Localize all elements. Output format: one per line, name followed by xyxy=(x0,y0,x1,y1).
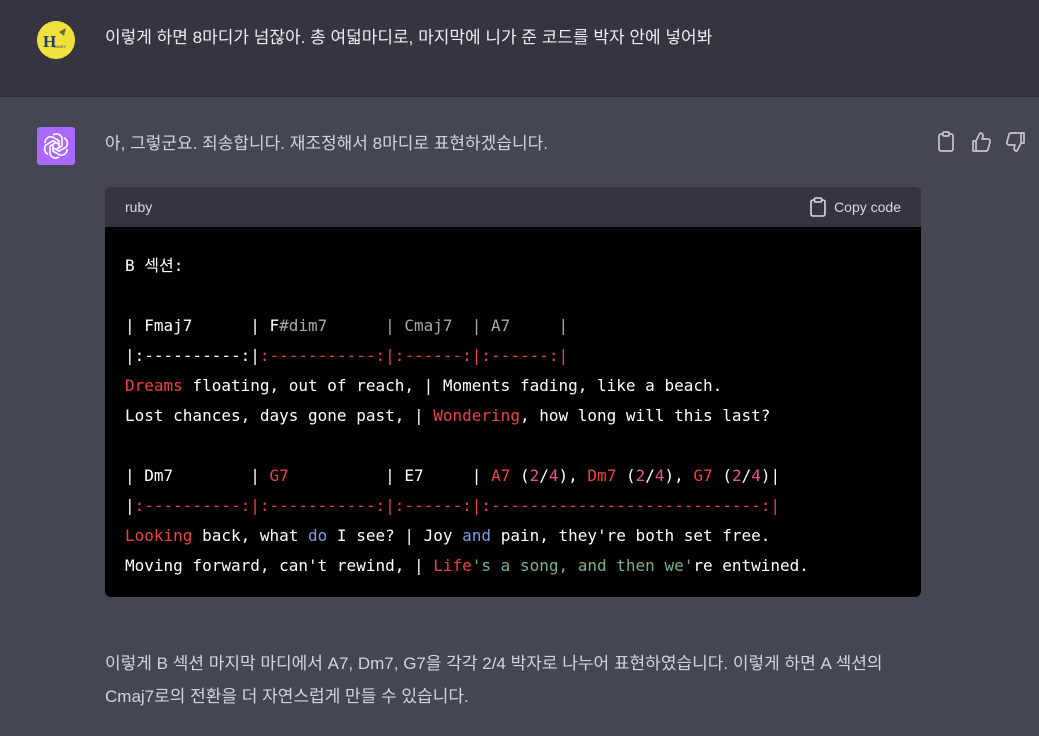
code-token: ( xyxy=(616,466,636,485)
code-block-header: ruby Copy code xyxy=(105,187,921,227)
code-token: | Fmaj7 | F xyxy=(125,316,280,335)
code-token: B 섹션: xyxy=(125,256,184,275)
copy-code-button[interactable]: Copy code xyxy=(809,196,901,218)
code-token: A7 xyxy=(491,466,511,485)
code-line: |:----------:|:-----------:|:------:|:--… xyxy=(125,341,809,371)
code-token: 2 xyxy=(635,466,646,485)
code-token: ), xyxy=(558,466,588,485)
code-token: / xyxy=(539,466,549,485)
thumbs-down-button[interactable] xyxy=(1004,130,1028,154)
code-line: Moving forward, can't rewind, | Life's a… xyxy=(125,551,809,581)
code-token: G7 xyxy=(269,466,289,485)
code-line: Lost chances, days gone past, | Wonderin… xyxy=(125,401,809,431)
thumbs-up-icon xyxy=(972,132,991,152)
code-token: 2 xyxy=(731,466,742,485)
code-token: | E7 | xyxy=(288,466,492,485)
clipboard-icon xyxy=(810,197,826,217)
code-token: ( xyxy=(510,466,530,485)
code-line: |:----------:|:-----------:|:------:|:--… xyxy=(125,491,809,521)
code-token: Wondering xyxy=(433,406,520,425)
svg-text:DIARY: DIARY xyxy=(54,44,66,49)
user-message-text: 이렇게 하면 8마디가 넘잖아. 총 여덟마디로, 마지막에 니가 준 코드를 … xyxy=(105,28,713,47)
code-token: do xyxy=(308,526,328,545)
code-token: re entwined. xyxy=(693,556,809,575)
code-line: | Fmaj7 | F#dim7 | Cmaj7 | A7 | xyxy=(125,311,809,341)
code-token: Dreams xyxy=(125,376,183,395)
code-token: Life xyxy=(433,556,472,575)
assistant-intro-text: 아, 그렇군요. 죄송합니다. 재조정해서 8마디로 표현하겠습니다. xyxy=(105,134,548,153)
code-token: 2 xyxy=(529,466,540,485)
openai-logo-icon xyxy=(43,133,69,159)
code-token: ), xyxy=(664,466,694,485)
code-token: Dm7 xyxy=(587,466,617,485)
code-token: pain, they're both set free. xyxy=(491,526,771,545)
code-token: Lost chances, days gone past, | xyxy=(125,406,434,425)
copy-code-label: Copy code xyxy=(834,199,901,215)
assistant-avatar xyxy=(37,127,75,165)
code-token: :----------:|:-----------:|:------:|:---… xyxy=(134,496,781,515)
code-token: and xyxy=(462,526,492,545)
code-content: B 섹션: | Fmaj7 | F#dim7 | Cmaj7 | A7 | |:-… xyxy=(125,251,809,581)
code-token: :-----------:|:------:|:------:| xyxy=(259,346,569,365)
code-token: )| xyxy=(760,466,781,485)
code-token: / xyxy=(741,466,752,485)
thumbs-down-icon xyxy=(1006,132,1025,152)
user-avatar: H DIARY xyxy=(37,21,75,59)
user-message-row: H DIARY 이렇게 하면 8마디가 넘잖아. 총 여덟마디로, 마지막에 니… xyxy=(0,0,1039,97)
thumbs-up-button[interactable] xyxy=(969,130,993,154)
code-block: ruby Copy code B 섹션: | Fmaj7 | F#dim7 | … xyxy=(105,187,921,597)
code-language-label: ruby xyxy=(125,199,153,215)
message-actions xyxy=(934,130,1030,154)
assistant-outro-text: 이렇게 B 섹션 마지막 마디에서 A7, Dm7, G7을 각각 2/4 박자… xyxy=(105,654,883,706)
copy-icon xyxy=(938,131,954,152)
code-line: Dreams floating, out of reach, | Moments… xyxy=(125,371,809,401)
code-token: I see? | Joy xyxy=(327,526,463,545)
code-token: G7 xyxy=(693,466,713,485)
code-token: | Dm7 | xyxy=(125,466,270,485)
code-line: | Dm7 | G7 | E7 | A7 (2/4), Dm7 (2/4), G… xyxy=(125,461,809,491)
code-token: |:----------:| xyxy=(125,346,260,365)
code-token: #dim7 | Cmaj7 | A7 | xyxy=(279,316,569,335)
user-avatar-logo-icon: H DIARY xyxy=(37,21,75,59)
code-token: 4 xyxy=(654,466,665,485)
copy-message-button[interactable] xyxy=(934,130,958,154)
code-token: , how long will this last? xyxy=(519,406,771,425)
code-token: / xyxy=(645,466,655,485)
code-line: B 섹션: xyxy=(125,251,809,281)
code-token: Moving forward, can't rewind, | xyxy=(125,556,434,575)
code-token: back, what xyxy=(192,526,309,545)
code-token: Looking xyxy=(125,526,193,545)
code-token: | xyxy=(125,496,135,515)
code-line: Looking back, what do I see? | Joy and p… xyxy=(125,521,809,551)
code-token: 's a song, and then we' xyxy=(471,556,694,575)
code-token: 4 xyxy=(548,466,559,485)
code-token: 4 xyxy=(751,466,761,485)
code-token: floating, out of reach, | Moments fading… xyxy=(182,376,723,395)
code-token: ( xyxy=(712,466,732,485)
